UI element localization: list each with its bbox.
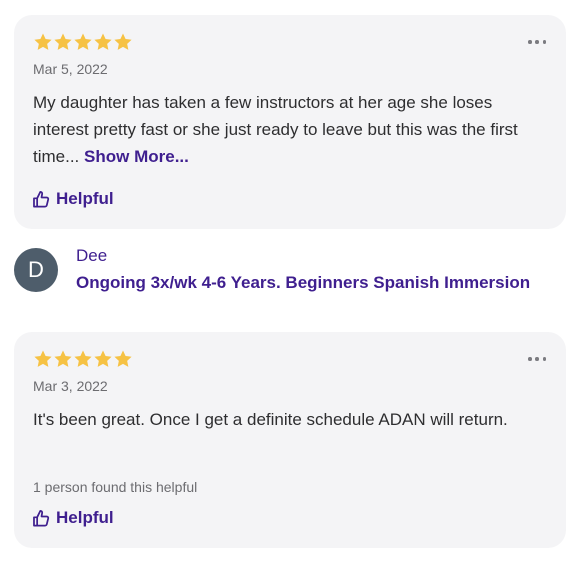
thumbs-up-icon	[32, 509, 51, 528]
more-dot	[542, 40, 546, 44]
helpful-count: 1 person found this helpful	[33, 479, 198, 495]
helpful-button[interactable]: Helpful	[32, 189, 114, 209]
more-dot	[542, 357, 546, 361]
more-horizontal-icon	[528, 357, 532, 361]
avatar: D	[14, 248, 58, 292]
star-rating	[33, 349, 133, 369]
show-more-link[interactable]: Show More...	[84, 147, 189, 166]
star-icon	[53, 32, 73, 52]
star-rating	[33, 32, 133, 52]
review-text: It's been great. Once I get a definite s…	[33, 406, 543, 433]
star-icon	[73, 32, 93, 52]
more-dot	[535, 357, 539, 361]
review-text: My daughter has taken a few instructors …	[33, 89, 543, 170]
reviewer-name: Dee	[76, 246, 108, 265]
helpful-button[interactable]: Helpful	[32, 508, 114, 528]
review-card: Mar 3, 2022 It's been great. Once I get …	[14, 332, 566, 548]
helpful-label: Helpful	[56, 189, 114, 208]
class-title-link[interactable]: Ongoing 3x/wk 4-6 Years. Beginners Spani…	[76, 273, 551, 293]
star-icon	[113, 32, 133, 52]
reviewer-info: D Dee Ongoing 3x/wk 4-6 Years. Beginners…	[14, 246, 566, 296]
more-options-button[interactable]	[528, 35, 546, 49]
star-icon	[93, 349, 113, 369]
helpful-label: Helpful	[56, 508, 114, 527]
review-card: Mar 5, 2022 My daughter has taken a few …	[14, 15, 566, 229]
review-date: Mar 5, 2022	[33, 61, 108, 77]
more-options-button[interactable]	[528, 352, 546, 366]
star-icon	[33, 32, 53, 52]
review-date: Mar 3, 2022	[33, 378, 108, 394]
star-icon	[93, 32, 113, 52]
more-dot	[535, 40, 539, 44]
star-icon	[113, 349, 133, 369]
more-horizontal-icon	[528, 40, 532, 44]
star-icon	[73, 349, 93, 369]
thumbs-up-icon	[32, 190, 51, 209]
star-icon	[33, 349, 53, 369]
star-icon	[53, 349, 73, 369]
review-body: It's been great. Once I get a definite s…	[33, 410, 508, 429]
